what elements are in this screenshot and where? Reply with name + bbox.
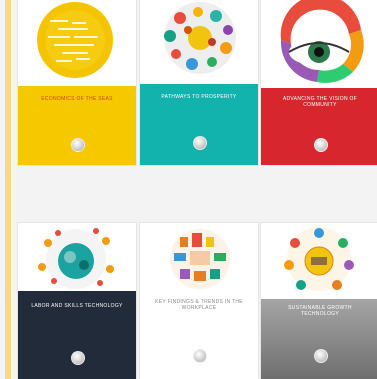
cover-artwork xyxy=(18,0,136,86)
left-accent-bar xyxy=(5,0,11,379)
seal-icon xyxy=(71,138,85,152)
publication-cover-5[interactable]: KEY FINDINGS & TRENDS IN THE WORKPLACE xyxy=(140,223,258,379)
cover-title-band: PATHWAYS TO PROSPERITY xyxy=(140,84,258,165)
seal-icon xyxy=(314,138,328,152)
cover-title: ECONOMICS OF THE SEAS xyxy=(41,96,113,102)
publication-cover-2[interactable]: PATHWAYS TO PROSPERITY xyxy=(140,0,258,165)
cover-title-band: LABOR AND SKILLS TECHNOLOGY xyxy=(18,291,136,379)
publication-cover-1[interactable]: ECONOMICS OF THE SEAS xyxy=(18,0,136,165)
seal-icon xyxy=(193,349,207,363)
cover-title-band: ADVANCING THE VISION OF COMMUNITY xyxy=(261,88,377,165)
cover-artwork xyxy=(18,223,136,291)
cover-title-band: ECONOMICS OF THE SEAS xyxy=(18,86,136,165)
cover-artwork xyxy=(261,223,377,299)
cover-artwork xyxy=(261,0,377,88)
cover-title: SUSTAINABLE GROWTH TECHNOLOGY xyxy=(288,305,352,317)
seal-icon xyxy=(71,351,85,365)
cover-title: PATHWAYS TO PROSPERITY xyxy=(161,94,237,100)
publication-grid: ECONOMICS OF THE SEAS PATHWAYS TO PROSPE… xyxy=(18,0,377,379)
publication-cover-6[interactable]: SUSTAINABLE GROWTH TECHNOLOGY xyxy=(261,223,377,379)
seal-icon xyxy=(193,136,207,150)
cover-title: KEY FINDINGS & TRENDS IN THE WORKPLACE xyxy=(155,299,243,311)
cover-artwork xyxy=(140,223,258,295)
publication-cover-3[interactable]: ADVANCING THE VISION OF COMMUNITY xyxy=(261,0,377,165)
cover-artwork xyxy=(140,0,258,84)
cover-title-band: KEY FINDINGS & TRENDS IN THE WORKPLACE xyxy=(140,295,258,379)
seal-icon xyxy=(314,349,328,363)
publication-cover-4[interactable]: LABOR AND SKILLS TECHNOLOGY xyxy=(18,223,136,379)
cover-title: ADVANCING THE VISION OF COMMUNITY xyxy=(282,96,358,108)
cover-title: LABOR AND SKILLS TECHNOLOGY xyxy=(31,303,123,309)
cover-title-band: SUSTAINABLE GROWTH TECHNOLOGY xyxy=(261,299,377,379)
